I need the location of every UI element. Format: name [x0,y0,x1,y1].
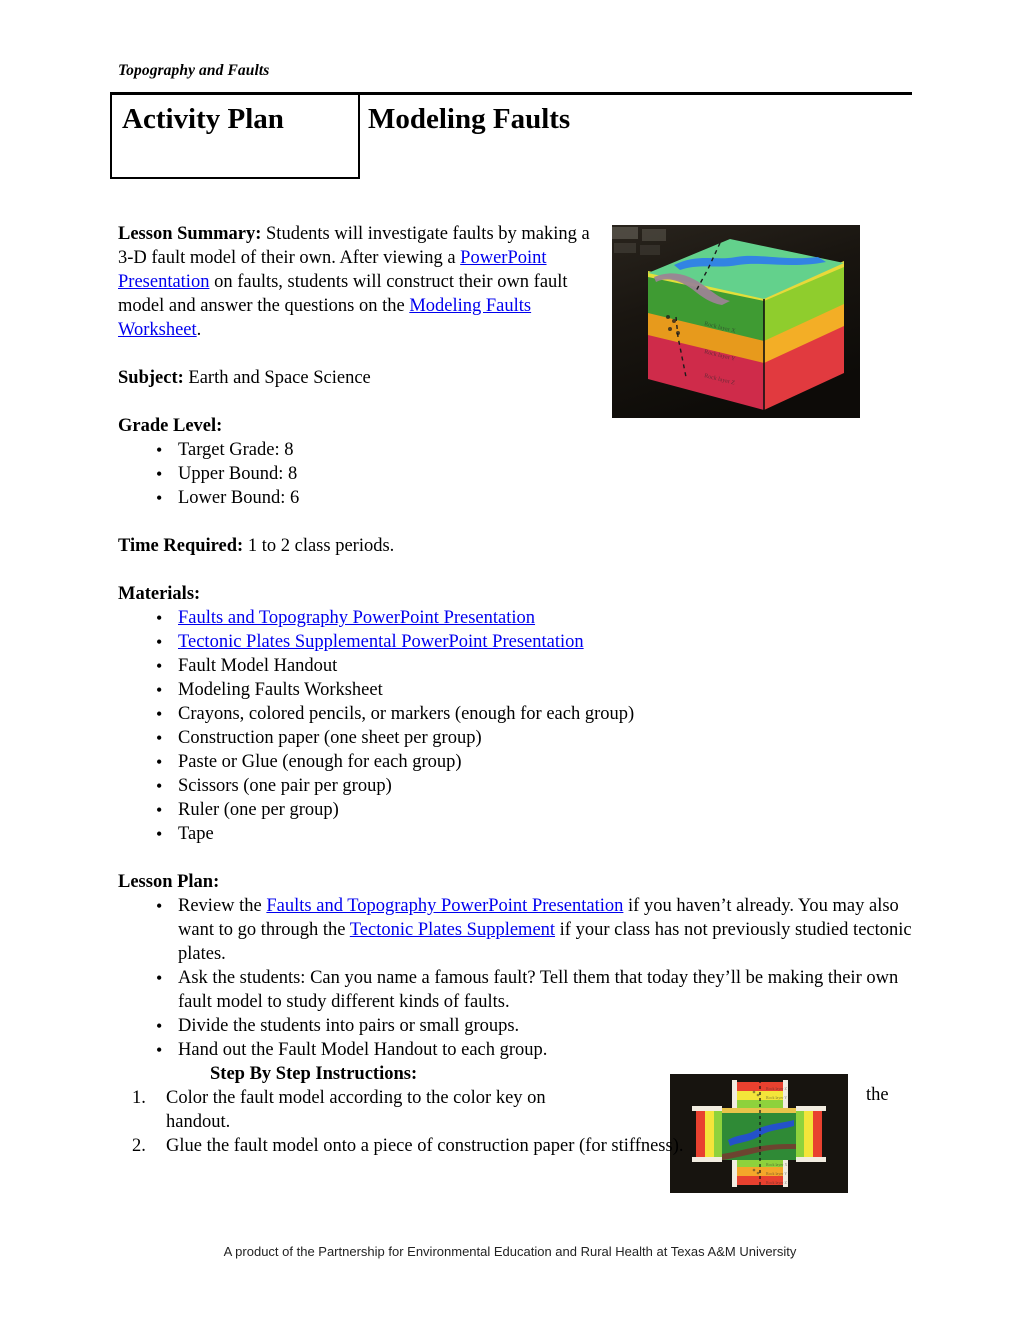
running-head: Topography and Faults [118,62,270,79]
list-item: Target Grade: 8 [118,438,912,462]
step-by-step-label: Step By Step Instructions: [210,1064,418,1084]
doc-type-label: Activity Plan [122,103,284,135]
grade-level-item: Target Grade: 8 [178,440,294,460]
list-item: Ruler (one per group) [118,798,912,822]
grade-level-item: Upper Bound: 8 [178,464,298,484]
time-required-paragraph: Time Required: 1 to 2 class periods. [118,534,912,558]
material-item: Modeling Faults Worksheet [178,680,383,700]
lesson-plan-list: Review the Faults and Topography PowerPo… [118,894,912,1062]
lesson-plan-text-1: Review the [178,896,267,916]
grade-level-item: Lower Bound: 6 [178,488,300,508]
materials-label: Materials: [118,584,201,604]
list-item: Lower Bound: 6 [118,486,912,510]
document-body: Lesson Summary: Students will investigat… [118,222,912,1158]
doc-type-cell: Activity Plan [110,95,360,179]
subject-label: Subject: [118,368,184,388]
subject-value: Earth and Space Science [183,368,371,388]
page-footer: A product of the Partnership for Environ… [223,1244,797,1259]
list-item: Ask the students: Can you name a famous … [118,966,912,1014]
list-item: Crayons, colored pencils, or markers (en… [118,702,912,726]
step-by-step-list: Color the fault model according to the c… [118,1086,912,1158]
list-item: Divide the students into pairs or small … [118,1014,912,1038]
faults-topography-ppt-link[interactable]: Faults and Topography PowerPoint Present… [178,608,535,628]
list-item: Fault Model Handout [118,654,912,678]
lesson-plan-heading: Lesson Plan: [118,870,912,894]
subject-paragraph: Subject: Earth and Space Science [118,366,912,390]
list-item: Review the Faults and Topography PowerPo… [118,894,912,966]
lesson-plan-item: Divide the students into pairs or small … [178,1016,520,1036]
list-item: Faults and Topography PowerPoint Present… [118,606,912,630]
tectonic-plates-ppt-link[interactable]: Tectonic Plates Supplemental PowerPoint … [178,632,584,652]
material-item: Construction paper (one sheet per group) [178,728,482,748]
material-item: Paste or Glue (enough for each group) [178,752,462,772]
lesson-plan-label: Lesson Plan: [118,872,220,892]
lesson-summary-label: Lesson Summary: [118,224,262,244]
list-item: Paste or Glue (enough for each group) [118,750,912,774]
svg-text:Rock layer X: Rock layer X [766,1162,787,1167]
grade-level-heading: Grade Level: [118,414,912,438]
page-title-cell: Modeling Faults [364,95,910,179]
tectonic-plates-supplement-link[interactable]: Tectonic Plates Supplement [350,920,555,940]
faults-topography-ppt-link-2[interactable]: Faults and Topography PowerPoint Present… [266,896,623,916]
list-item: Glue the fault model onto a piece of con… [118,1134,912,1158]
list-item: Construction paper (one sheet per group) [118,726,912,750]
lesson-summary-text-3: . [196,320,202,340]
material-item: Ruler (one per group) [178,800,339,820]
wrapped-word: the [866,1085,889,1105]
lesson-plan-item: Hand out the Fault Model Handout to each… [178,1040,548,1060]
time-required-label: Time Required: [118,536,244,556]
list-item: Scissors (one pair per group) [118,774,912,798]
svg-text:Rock layer Y: Rock layer Y [766,1171,787,1176]
step-text: Color the fault model according to the c… [166,1088,546,1108]
title-table: Activity Plan Modeling Faults [110,95,912,181]
grade-level-label: Grade Level: [118,416,223,436]
lesson-plan-item: Ask the students: Can you name a famous … [178,968,899,1012]
step-text-continuation: handout. [166,1112,231,1132]
time-required-value: 1 to 2 class periods. [243,536,395,556]
list-item: Hand out the Fault Model Handout to each… [118,1038,912,1062]
grade-level-list: Target Grade: 8 Upper Bound: 8 Lower Bou… [118,438,912,510]
material-item: Tape [178,824,214,844]
lesson-summary-paragraph: Lesson Summary: Students will investigat… [118,222,590,342]
step-by-step-heading: Step By Step Instructions: [118,1062,912,1086]
list-item: Tectonic Plates Supplemental PowerPoint … [118,630,912,654]
svg-text:Rock layer Z: Rock layer Z [766,1180,787,1185]
step-text: Glue the fault model onto a piece of con… [166,1136,684,1156]
material-item: Scissors (one pair per group) [178,776,392,796]
page-title: Modeling Faults [368,103,571,135]
list-item: Tape [118,822,912,846]
list-item: Color the fault model according to the c… [118,1086,912,1134]
materials-heading: Materials: [118,582,912,606]
material-item: Crayons, colored pencils, or markers (en… [178,704,635,724]
list-item: Modeling Faults Worksheet [118,678,912,702]
list-item: Upper Bound: 8 [118,462,912,486]
document-page: Topography and Faults Activity Plan Mode… [0,0,1020,1320]
material-item: Fault Model Handout [178,656,338,676]
materials-list: Faults and Topography PowerPoint Present… [118,606,912,846]
